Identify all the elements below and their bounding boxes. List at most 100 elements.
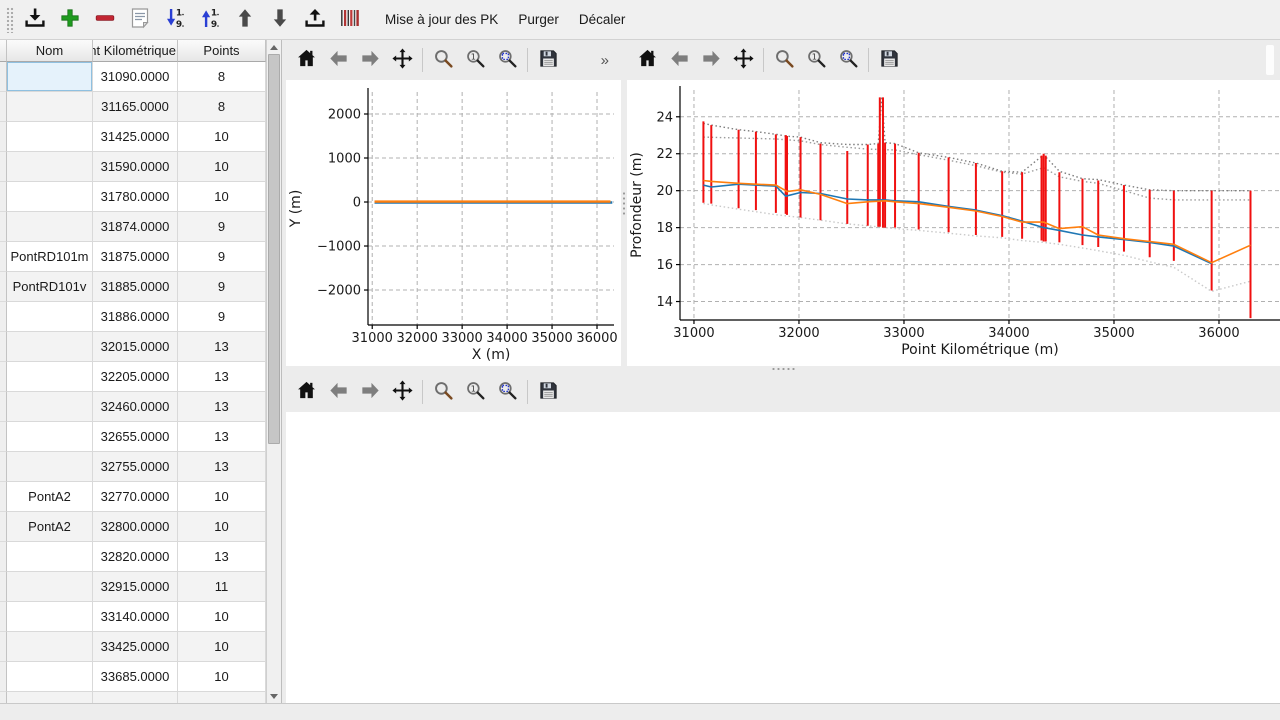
remove-button[interactable] [90,5,120,35]
cell-nom[interactable] [7,662,93,692]
row-header[interactable] [0,122,7,152]
cell-points[interactable]: 10 [178,482,266,512]
cell-pk[interactable]: 32770.0000 [93,482,178,512]
scrollbar-thumb[interactable] [268,54,280,444]
home-button[interactable] [292,46,320,74]
zoom-button[interactable] [429,46,457,74]
cell-nom[interactable]: PontA2 [7,512,93,542]
sort-desc-button[interactable]: 19 [160,5,190,35]
scrollbar-track[interactable] [267,54,282,689]
row-header[interactable] [0,332,7,362]
xy-plot-canvas[interactable]: 310003200033000340003500036000−2000−1000… [286,80,621,366]
cell-nom[interactable] [7,692,93,703]
cell-points[interactable]: 8 [178,62,266,92]
row-header[interactable] [0,662,7,692]
cell-nom[interactable]: PontRD101v [7,272,93,302]
cell-pk[interactable]: 33425.0000 [93,632,178,662]
cell-pk[interactable]: 32915.0000 [93,572,178,602]
cell-points[interactable]: 10 [178,512,266,542]
cell-pk[interactable]: 32800.0000 [93,512,178,542]
cell-nom[interactable] [7,572,93,602]
cell-pk[interactable]: 31165.0000 [93,92,178,122]
cell-nom[interactable] [7,122,93,152]
zoom-one-button[interactable]: 1 [461,378,489,406]
cell-nom[interactable] [7,542,93,572]
update-pk-button[interactable]: Mise à jour des PK [375,6,508,33]
column-header-nom[interactable]: Nom [7,40,93,62]
zoom-rect-button[interactable] [834,46,862,74]
row-header[interactable] [0,302,7,332]
row-header[interactable] [0,152,7,182]
save-button[interactable] [534,46,562,74]
row-header[interactable] [0,422,7,452]
cell-pk[interactable]: 32655.0000 [93,422,178,452]
column-header-points[interactable]: Points [178,40,266,62]
row-header[interactable] [0,182,7,212]
cell-nom[interactable] [7,92,93,122]
zoom-one-button[interactable]: 1 [802,46,830,74]
cell-points[interactable]: 10 [178,182,266,212]
barcode-button[interactable] [335,5,365,35]
row-header[interactable] [0,212,7,242]
move-down-button[interactable] [265,5,295,35]
cell-points[interactable]: 9 [178,242,266,272]
cell-pk[interactable]: 31425.0000 [93,122,178,152]
cell-points[interactable] [178,692,266,703]
toolbar-drag-handle[interactable] [6,7,14,33]
zoom-rect-button[interactable] [493,46,521,74]
cell-nom[interactable] [7,152,93,182]
scroll-down-button[interactable] [267,689,282,703]
row-header[interactable] [0,392,7,422]
forward-button[interactable] [356,46,384,74]
forward-button[interactable] [356,378,384,406]
cell-nom[interactable] [7,422,93,452]
cell-pk[interactable]: 31875.0000 [93,242,178,272]
cell-nom[interactable] [7,212,93,242]
cell-pk[interactable] [93,692,178,703]
save-button[interactable] [534,378,562,406]
zoom-button[interactable] [429,378,457,406]
pan-button[interactable] [729,46,757,74]
zoom-button[interactable] [770,46,798,74]
zoom-rect-button[interactable] [493,378,521,406]
cell-points[interactable]: 13 [178,362,266,392]
cell-nom[interactable] [7,62,93,92]
cell-pk[interactable]: 32820.0000 [93,542,178,572]
cell-pk[interactable]: 32460.0000 [93,392,178,422]
row-header[interactable] [0,512,7,542]
cell-points[interactable]: 11 [178,572,266,602]
bottom-plot-canvas[interactable] [286,412,1280,703]
row-header[interactable] [0,482,7,512]
purge-button[interactable]: Purger [508,6,569,33]
cell-points[interactable]: 13 [178,542,266,572]
import-button[interactable] [20,5,50,35]
profile-plot-canvas[interactable]: 3100032000330003400035000360001416182022… [627,80,1280,366]
cell-points[interactable]: 10 [178,662,266,692]
row-header[interactable] [0,92,7,122]
cell-nom[interactable]: PontA2 [7,482,93,512]
save-button[interactable] [875,46,903,74]
home-button[interactable] [292,378,320,406]
pan-button[interactable] [388,46,416,74]
cell-points[interactable]: 10 [178,602,266,632]
cell-nom[interactable] [7,182,93,212]
cell-nom[interactable] [7,602,93,632]
row-header[interactable] [0,452,7,482]
forward-button[interactable] [697,46,725,74]
column-header-pk[interactable]: Point Kilométrique [93,40,178,62]
scroll-up-button[interactable] [267,40,282,54]
cell-pk[interactable]: 31780.0000 [93,182,178,212]
cell-points[interactable]: 9 [178,272,266,302]
row-header[interactable] [0,362,7,392]
cell-nom[interactable]: PontRD101m [7,242,93,272]
cell-pk[interactable]: 31090.0000 [93,62,178,92]
row-header[interactable] [0,62,7,92]
back-button[interactable] [324,378,352,406]
row-header[interactable] [0,602,7,632]
cell-points[interactable]: 13 [178,422,266,452]
cell-nom[interactable] [7,332,93,362]
cell-points[interactable]: 9 [178,302,266,332]
cell-points[interactable]: 8 [178,92,266,122]
cell-points[interactable]: 9 [178,212,266,242]
cell-pk[interactable]: 31874.0000 [93,212,178,242]
